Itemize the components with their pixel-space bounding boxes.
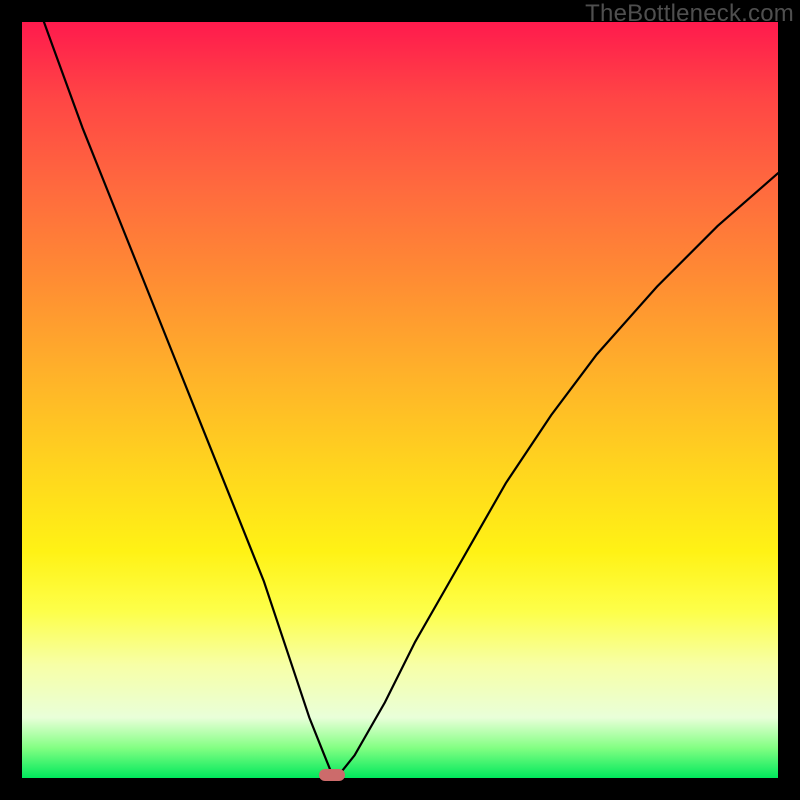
watermark-text: TheBottleneck.com <box>585 0 794 28</box>
minimum-marker <box>319 769 345 781</box>
bottleneck-curve <box>22 22 778 778</box>
chart-plot-area <box>22 22 778 778</box>
